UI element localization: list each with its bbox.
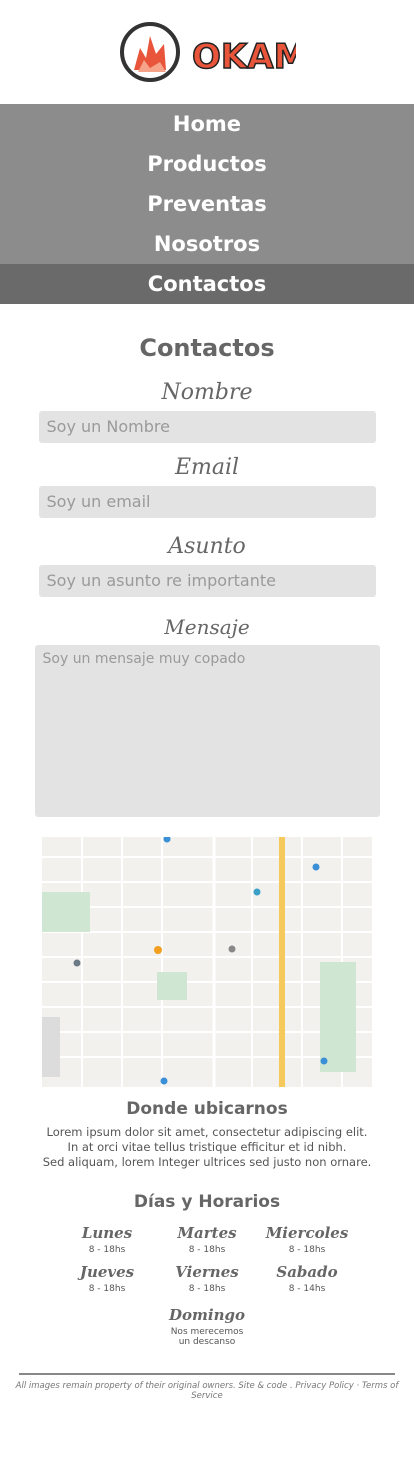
header: OKAMI xyxy=(0,0,414,104)
day-name: Jueves xyxy=(79,1263,135,1281)
footer-divider xyxy=(19,1373,395,1375)
hours-grid: Lunes 8 - 18hs Martes 8 - 18hs Miercoles… xyxy=(57,1224,357,1294)
day-hours-line-2: un descanso xyxy=(178,1337,236,1347)
mensaje-label: Mensaje xyxy=(164,615,250,639)
page-title: Contactos xyxy=(139,334,275,362)
day-hours: 8 - 18hs xyxy=(188,1245,226,1255)
day-lunes: Lunes 8 - 18hs xyxy=(57,1224,157,1255)
asunto-label: Asunto xyxy=(168,534,246,559)
nav-contactos[interactable]: Contactos xyxy=(0,264,414,304)
hours-title: Días y Horarios xyxy=(133,1192,281,1212)
day-name: Sabado xyxy=(276,1263,338,1281)
day-domingo: Domingo Nos merecemos un descanso xyxy=(0,1306,414,1347)
day-hours: 8 - 18hs xyxy=(288,1245,326,1255)
day-hours: 8 - 18hs xyxy=(188,1284,226,1294)
nombre-label: Nombre xyxy=(161,380,253,405)
okami-logo[interactable]: OKAMI xyxy=(120,18,296,86)
day-jueves: Jueves 8 - 18hs xyxy=(57,1263,157,1294)
day-name: Martes xyxy=(177,1224,237,1242)
day-hours-line-1: Nos merecemos xyxy=(170,1327,244,1337)
asunto-input[interactable]: Soy un asunto re importante xyxy=(38,565,376,597)
day-hours: 8 - 14hs xyxy=(288,1284,326,1294)
email-input[interactable]: Soy un email xyxy=(38,486,376,518)
main-nav: Home Productos Preventas Nosotros Contac… xyxy=(0,104,414,304)
nav-home[interactable]: Home xyxy=(0,104,414,144)
day-hours: 8 - 18hs xyxy=(88,1284,126,1294)
location-text: Lorem ipsum dolor sit amet, consectetur … xyxy=(0,1125,414,1170)
nav-nosotros[interactable]: Nosotros xyxy=(0,224,414,264)
day-name: Viernes xyxy=(175,1263,239,1281)
location-title: Donde ubicarnos xyxy=(126,1099,288,1119)
day-viernes: Viernes 8 - 18hs xyxy=(157,1263,257,1294)
location-text-2: Sed aliquam, lorem Integer ultrices sed … xyxy=(42,1155,372,1169)
nav-preventas[interactable]: Preventas xyxy=(0,184,414,224)
location-map[interactable] xyxy=(42,837,372,1087)
location-text-1: Lorem ipsum dolor sit amet, consectetur … xyxy=(46,1125,368,1154)
nav-productos[interactable]: Productos xyxy=(0,144,414,184)
day-hours: 8 - 18hs xyxy=(88,1245,126,1255)
day-name: Miercoles xyxy=(265,1224,349,1242)
day-name: Domingo xyxy=(169,1306,245,1324)
nombre-input[interactable]: Soy un Nombre xyxy=(38,411,376,443)
day-martes: Martes 8 - 18hs xyxy=(157,1224,257,1255)
svg-text:OKAMI: OKAMI xyxy=(192,37,296,77)
day-name: Lunes xyxy=(81,1224,133,1242)
email-label: Email xyxy=(174,455,240,480)
map-graphic xyxy=(42,837,372,1087)
mensaje-textarea[interactable]: Soy un mensaje muy copado xyxy=(34,645,380,817)
day-sabado: Sabado 8 - 14hs xyxy=(257,1263,357,1294)
day-miercoles: Miercoles 8 - 18hs xyxy=(257,1224,357,1255)
footer-text[interactable]: All images remain property of their orig… xyxy=(0,1381,414,1401)
